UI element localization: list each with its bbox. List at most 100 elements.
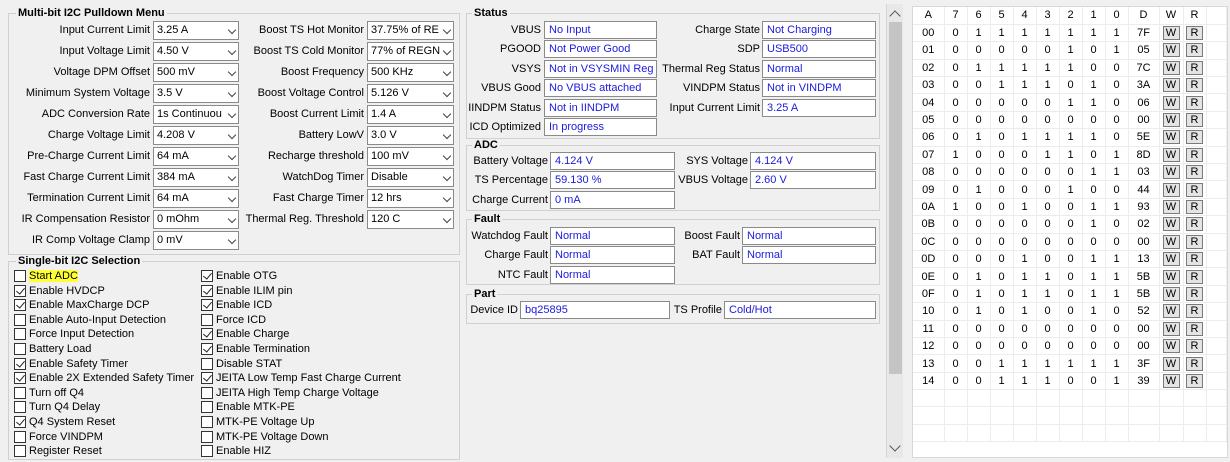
register-bit[interactable]: 0 [944,267,968,286]
register-bit[interactable]: 0 [1082,233,1106,251]
register-bit[interactable]: 0 [944,111,968,130]
register-bit[interactable]: 0 [944,24,968,43]
register-bit[interactable]: 1 [1059,93,1083,112]
force-vindpm-checkbox[interactable]: Force VINDPM [14,430,103,444]
register-bit[interactable]: 0 [990,128,1014,147]
register-bit[interactable]: 1 [1059,180,1083,199]
register-bit[interactable]: 1 [1105,354,1129,373]
checkbox-box[interactable] [201,328,213,341]
write-button[interactable]: W [1162,356,1180,371]
register-bit[interactable]: 0 [1059,111,1083,130]
register-bit[interactable]: 1 [1082,250,1106,269]
register-hex-value[interactable]: 05 [1128,41,1160,60]
register-bit[interactable]: 1 [990,354,1014,373]
write-button[interactable]: W [1162,78,1180,93]
read-button[interactable]: R [1186,130,1203,145]
register-bit[interactable]: 0 [1082,41,1106,60]
jeita-high-temp-charge-voltage-checkbox[interactable]: JEITA High Temp Charge Voltage [201,386,379,400]
write-button[interactable]: W [1162,130,1180,145]
read-button[interactable]: R [1186,95,1203,110]
register-bit[interactable]: 1 [1105,41,1129,60]
register-bit[interactable]: 0 [1105,76,1129,95]
register-bit[interactable]: 0 [967,93,991,112]
enable-safety-timer-checkbox[interactable]: Enable Safety Timer [14,357,128,371]
write-button[interactable]: W [1162,113,1180,128]
register-bit[interactable]: 0 [1036,41,1060,60]
register-bit[interactable]: 1 [1082,76,1106,95]
register-bit[interactable]: 0 [1082,337,1106,356]
register-bit[interactable]: 1 [1082,302,1106,321]
register-bit[interactable]: 1 [1036,372,1060,391]
register-bit[interactable]: 1 [967,59,991,78]
register-bit[interactable]: 0 [1013,180,1037,199]
register-bit[interactable]: 1 [1082,215,1106,234]
register-bit[interactable]: 0 [990,285,1014,304]
register-hex-value[interactable]: 06 [1128,93,1160,112]
enable-maxcharge-dcp-checkbox[interactable]: Enable MaxCharge DCP [14,298,149,312]
register-bit[interactable]: 1 [1036,285,1060,304]
register-hex-value[interactable]: 00 [1128,320,1160,338]
register-bit[interactable]: 0 [944,76,968,95]
boost-ts-hot-monitor-dropdown[interactable]: 37.75% of RE [367,21,454,40]
checkbox-box[interactable] [201,343,213,355]
register-bit[interactable]: 0 [967,111,991,130]
register-bit[interactable]: 1 [1105,198,1129,217]
checkbox-box[interactable] [14,299,26,312]
register-bit[interactable]: 0 [1036,337,1060,356]
register-bit[interactable]: 0 [1105,180,1129,199]
write-button[interactable]: W [1162,339,1180,354]
checkbox-box[interactable] [201,416,213,428]
checkbox-box[interactable] [14,284,26,297]
register-bit[interactable]: 1 [1082,93,1106,112]
register-bit[interactable]: 1 [967,285,991,304]
checkbox-box[interactable] [14,445,26,458]
register-bit[interactable]: 1 [1013,128,1037,147]
force-input-detection-checkbox[interactable]: Force Input Detection [14,327,134,341]
register-bit[interactable]: 1 [967,128,991,147]
write-button[interactable]: W [1162,269,1180,284]
register-reset-checkbox[interactable]: Register Reset [14,444,102,458]
checkbox-box[interactable] [14,416,26,428]
register-bit[interactable]: 0 [1036,180,1060,199]
checkbox-box[interactable] [201,284,213,297]
register-hex-value[interactable]: 5B [1128,267,1160,286]
read-button[interactable]: R [1186,286,1203,301]
register-bit[interactable]: 1 [1036,267,1060,286]
register-bit[interactable]: 0 [1105,302,1129,321]
checkbox-box[interactable] [201,386,213,399]
register-bit[interactable]: 0 [967,163,991,182]
register-bit[interactable]: 1 [1036,128,1060,147]
enable-hvdcp-checkbox[interactable]: Enable HVDCP [14,284,105,298]
force-icd-checkbox[interactable]: Force ICD [201,313,266,327]
register-bit[interactable]: 1 [990,76,1014,95]
register-hex-value[interactable]: 02 [1128,215,1160,234]
register-bit[interactable]: 1 [1013,24,1037,43]
register-bit[interactable]: 1 [1059,128,1083,147]
register-bit[interactable]: 0 [990,337,1014,356]
checkbox-box[interactable] [201,270,213,282]
register-hex-value[interactable]: 13 [1128,250,1160,269]
input-current-limit-dropdown[interactable]: 3.25 A [153,21,239,40]
register-hex-value[interactable]: 7C [1128,59,1160,78]
register-bit[interactable]: 0 [1059,198,1083,217]
register-bit[interactable]: 0 [1013,111,1037,130]
checkbox-box[interactable] [14,343,26,355]
register-hex-value[interactable]: 44 [1128,180,1160,199]
checkbox-box[interactable] [201,313,213,326]
register-bit[interactable]: 0 [1036,302,1060,321]
register-bit[interactable]: 0 [1105,337,1129,356]
register-bit[interactable]: 0 [944,337,968,356]
mtk-pe-voltage-up-checkbox[interactable]: MTK-PE Voltage Up [201,415,314,429]
minimum-system-voltage-dropdown[interactable]: 3.5 V [153,84,239,103]
register-bit[interactable]: 1 [1013,198,1037,217]
register-hex-value[interactable]: 93 [1128,198,1160,217]
register-bit[interactable]: 1 [944,146,968,165]
register-bit[interactable]: 0 [1013,215,1037,234]
thermal-reg-threshold-dropdown[interactable]: 120 C [367,210,454,229]
register-bit[interactable]: 1 [990,24,1014,43]
termination-current-limit-dropdown[interactable]: 64 mA [153,189,239,208]
ir-compensation-resistor-dropdown[interactable]: 0 mOhm [153,210,239,229]
write-button[interactable]: W [1162,43,1180,58]
read-button[interactable]: R [1186,26,1203,41]
register-bit[interactable]: 1 [1036,354,1060,373]
